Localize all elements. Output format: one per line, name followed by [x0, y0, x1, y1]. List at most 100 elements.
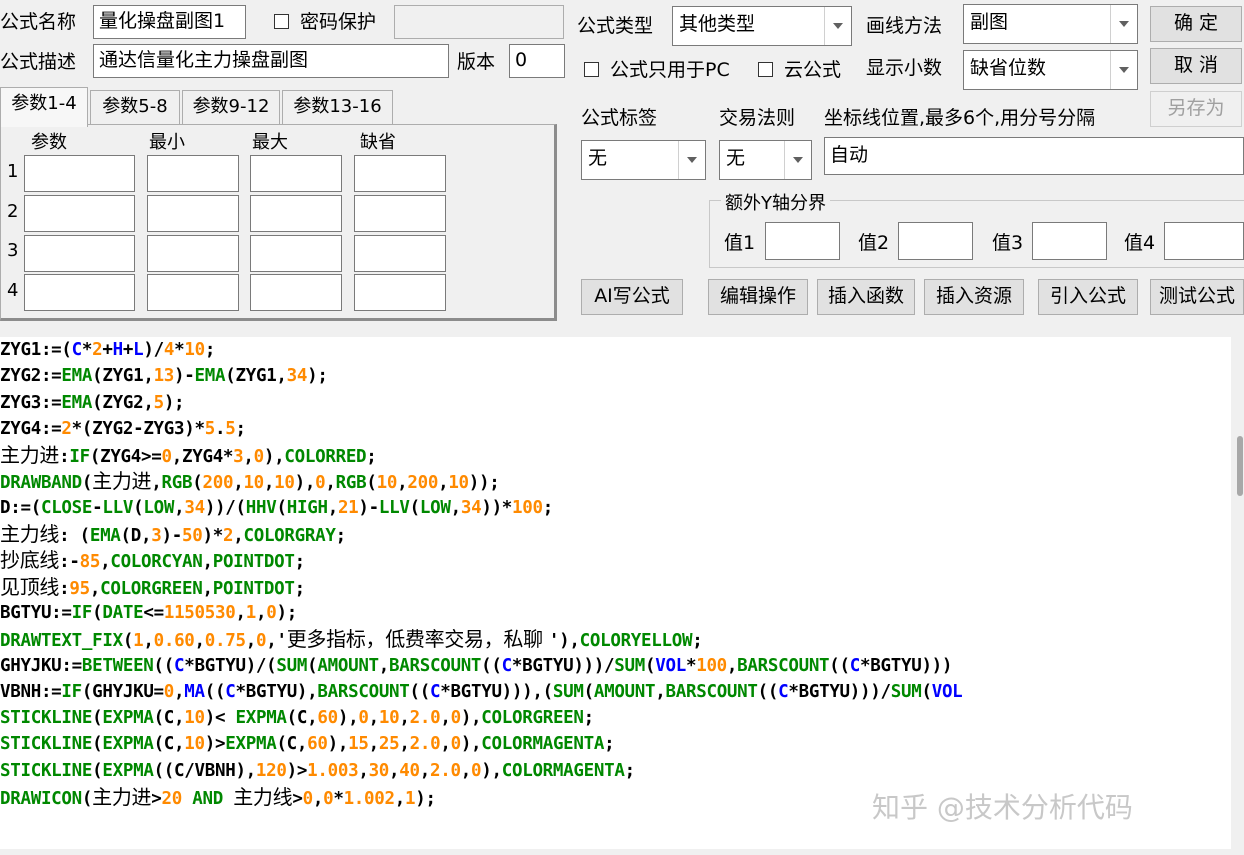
- ai-write-button[interactable]: AI写公式: [581, 279, 683, 315]
- code-line[interactable]: DRAWBAND(主力进,RGB(200,10,10),0,RGB(10,200…: [0, 468, 962, 494]
- value3-input[interactable]: [1032, 222, 1107, 260]
- tab-params-5-8[interactable]: 参数5-8: [90, 90, 180, 124]
- cloud-checkbox[interactable]: [758, 62, 773, 77]
- param-header-min: 最小: [149, 132, 185, 153]
- tab-params-13-16[interactable]: 参数13-16: [282, 90, 393, 124]
- trade-rule-select[interactable]: 无: [719, 140, 812, 180]
- insert-function-button[interactable]: 插入函数: [817, 279, 915, 315]
- value4-input[interactable]: [1164, 222, 1244, 260]
- ok-button[interactable]: 确 定: [1150, 6, 1242, 42]
- param-2-min-input[interactable]: [147, 195, 239, 232]
- code-line[interactable]: DRAWTEXT_FIX(1,0.60,0.75,0,'更多指标，低费率交易，私…: [0, 626, 962, 652]
- code-token: EXPMA: [102, 708, 154, 729]
- formula-name-input[interactable]: 量化操盘副图1: [93, 5, 246, 39]
- param-row-number: 1: [7, 161, 19, 182]
- param-2-max-input[interactable]: [250, 195, 342, 232]
- formula-tag-select[interactable]: 无: [581, 140, 706, 180]
- param-header-default: 缺省: [360, 132, 396, 153]
- save-as-button[interactable]: 另存为: [1150, 91, 1242, 127]
- code-token: ,: [378, 655, 390, 676]
- param-2-name-input[interactable]: [24, 195, 135, 232]
- axis-position-input[interactable]: 自动: [824, 137, 1244, 175]
- code-token: 1.002: [343, 789, 395, 810]
- formula-type-select[interactable]: 其他类型: [672, 6, 852, 46]
- password-checkbox[interactable]: [274, 14, 289, 29]
- cancel-button[interactable]: 取 消: [1150, 48, 1242, 84]
- code-token: ;: [624, 760, 636, 781]
- code-text[interactable]: ZYG1:=(C*2+H+L)/4*10; ZYG2:=EMA(ZYG1,13)-…: [0, 337, 963, 810]
- formula-desc-input[interactable]: 通达信量化主力操盘副图: [93, 44, 449, 78]
- param-3-name-input[interactable]: [24, 235, 135, 272]
- param-1-min-input[interactable]: [147, 155, 239, 192]
- param-1-max-input[interactable]: [250, 155, 342, 192]
- code-line[interactable]: BGTYU:=IF(DATE<=1150530,1,0);: [0, 600, 962, 626]
- code-token: ,: [419, 760, 431, 781]
- code-token: :-: [59, 552, 80, 573]
- formula-tag-value: 无: [588, 147, 608, 169]
- chevron-down-icon[interactable]: [1110, 51, 1137, 89]
- code-token: ,: [440, 708, 451, 729]
- param-1-default-input[interactable]: [354, 155, 446, 192]
- code-line[interactable]: 抄底线:-85,COLORCYAN,POINTDOT;: [0, 547, 962, 573]
- param-3-min-input[interactable]: [147, 235, 239, 272]
- code-line[interactable]: 见顶线:95,COLORGREEN,POINTDOT;: [0, 574, 962, 600]
- code-line[interactable]: DRAWICON(主力进>20 AND 主力线>0,0*1.002,1);: [0, 784, 962, 810]
- chevron-down-icon[interactable]: [678, 141, 705, 179]
- code-line[interactable]: STICKLINE(EXPMA(C,10)< EXPMA(C,60),0,10,…: [0, 705, 962, 731]
- code-line[interactable]: ZYG4:=2*(ZYG2-ZYG3)*5.5;: [0, 416, 962, 442]
- code-line[interactable]: ZYG3:=EMA(ZYG2,5);: [0, 390, 962, 416]
- code-line[interactable]: D:=(CLOSE-LLV(LOW,34))/(HHV(HIGH,21)-LLV…: [0, 495, 962, 521]
- test-formula-button[interactable]: 测试公式: [1150, 279, 1244, 315]
- code-token: 10: [274, 473, 295, 494]
- code-token: 200: [202, 473, 234, 494]
- tab-params-1-4[interactable]: 参数1-4: [0, 87, 88, 127]
- pc-only-checkbox[interactable]: [584, 62, 599, 77]
- decimal-select[interactable]: 缺省位数: [963, 50, 1138, 90]
- code-token: *BGTYU)))/: [788, 681, 891, 702]
- param-3-default-input[interactable]: [354, 235, 446, 272]
- password-input[interactable]: [394, 5, 564, 39]
- code-token: .: [215, 418, 226, 439]
- code-token: (: [81, 789, 93, 810]
- version-input[interactable]: 0: [509, 44, 565, 78]
- code-line[interactable]: 主力进:IF(ZYG4>=0,ZYG4*3,0),COLORRED;: [0, 442, 962, 468]
- code-token: ,: [312, 789, 324, 810]
- param-3-max-input[interactable]: [250, 235, 342, 272]
- code-token: ),: [460, 734, 482, 755]
- scrollbar-thumb[interactable]: [1237, 436, 1243, 496]
- draw-method-label: 画线方法: [866, 15, 943, 37]
- param-1-name-input[interactable]: [24, 155, 135, 192]
- tab-params-9-12[interactable]: 参数9-12: [182, 90, 280, 124]
- code-line[interactable]: 主力线: (EMA(D,3)-50)*2,COLORGRAY;: [0, 521, 962, 547]
- code-token: ,: [397, 473, 408, 494]
- chevron-down-icon[interactable]: [824, 7, 851, 45]
- insert-resource-button[interactable]: 插入资源: [924, 279, 1024, 315]
- param-2-default-input[interactable]: [354, 195, 446, 232]
- code-line[interactable]: GHYJKU:=BETWEEN((C*BGTYU)/(SUM(AMOUNT,BA…: [0, 653, 962, 679]
- edit-operation-button[interactable]: 编辑操作: [708, 279, 808, 315]
- code-token: ;: [335, 526, 347, 547]
- code-token: (: [366, 473, 377, 494]
- code-line[interactable]: STICKLINE(EXPMA(C,10)>EXPMA(C,60),15,25,…: [0, 731, 962, 757]
- code-token: (: [307, 655, 318, 676]
- code-token: 更多指标，低费率交易，私聊: [286, 627, 549, 652]
- draw-method-select[interactable]: 副图: [963, 4, 1138, 44]
- code-line[interactable]: STICKLINE(EXPMA((C/VBNH),120)>1.003,30,4…: [0, 758, 962, 784]
- code-line[interactable]: VBNH:=IF(GHYJKU=0,MA((C*BGTYU),BARSCOUNT…: [0, 679, 963, 705]
- chevron-down-icon[interactable]: [1110, 5, 1137, 43]
- import-formula-button[interactable]: 引入公式: [1038, 279, 1138, 315]
- code-line[interactable]: ZYG1:=(C*2+H+L)/4*10;: [0, 337, 962, 363]
- value2-input[interactable]: [898, 222, 973, 260]
- code-token: ((C/VBNH),: [153, 760, 257, 781]
- param-4-max-input[interactable]: [250, 274, 342, 311]
- code-editor[interactable]: ZYG1:=(C*2+H+L)/4*10; ZYG2:=EMA(ZYG1,13)-…: [0, 337, 1231, 849]
- value1-input[interactable]: [765, 222, 840, 260]
- param-4-min-input[interactable]: [147, 274, 239, 311]
- param-4-default-input[interactable]: [354, 274, 446, 311]
- param-4-name-input[interactable]: [24, 274, 135, 311]
- value1-label: 值1: [724, 232, 756, 254]
- code-line[interactable]: ZYG2:=EMA(ZYG1,13)-EMA(ZYG1,34);: [0, 363, 962, 389]
- code-token: ,: [143, 631, 154, 652]
- code-token: (: [81, 473, 93, 494]
- chevron-down-icon[interactable]: [784, 141, 811, 179]
